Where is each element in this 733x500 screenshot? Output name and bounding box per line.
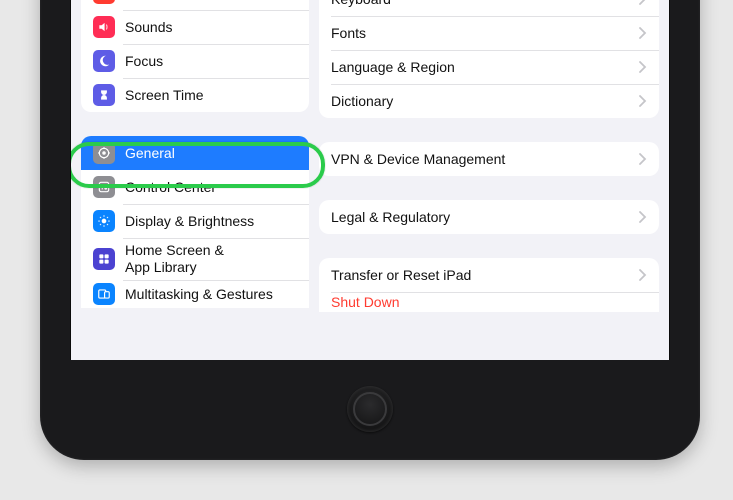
sidebar-item-label: Notifications xyxy=(125,0,297,1)
sidebar-item-label: Multitasking & Gestures xyxy=(125,286,297,303)
home-screen-icon xyxy=(93,248,115,270)
home-button[interactable] xyxy=(347,386,393,432)
chevron-right-icon xyxy=(639,61,647,73)
focus-icon xyxy=(93,50,115,72)
ipad-screen: Notifications Sounds Focus xyxy=(70,0,670,360)
detail-item-label: Transfer or Reset iPad xyxy=(331,267,639,284)
chevron-right-icon xyxy=(639,95,647,107)
sidebar-item-home-screen[interactable]: Home Screen & App Library xyxy=(81,238,309,280)
sidebar-item-label: General xyxy=(125,145,297,162)
detail-item-keyboard[interactable]: Keyboard xyxy=(319,0,659,16)
detail-item-label: Keyboard xyxy=(331,0,639,7)
settings-detail-pane: Date & Time Keyboard Fonts Language & Re… xyxy=(319,0,669,360)
detail-item-label: Legal & Regulatory xyxy=(331,209,639,226)
sidebar-group-1: Notifications Sounds Focus xyxy=(81,0,309,112)
detail-item-label: VPN & Device Management xyxy=(331,151,639,168)
notifications-icon xyxy=(93,0,115,4)
chevron-right-icon xyxy=(639,27,647,39)
detail-item-dictionary[interactable]: Dictionary xyxy=(319,84,659,118)
screentime-icon xyxy=(93,84,115,106)
detail-item-fonts[interactable]: Fonts xyxy=(319,16,659,50)
chevron-right-icon xyxy=(639,269,647,281)
sidebar-item-focus[interactable]: Focus xyxy=(81,44,309,78)
detail-item-shut-down[interactable]: Shut Down xyxy=(319,292,659,312)
multitasking-icon xyxy=(93,283,115,305)
sidebar-item-sounds[interactable]: Sounds xyxy=(81,10,309,44)
detail-item-legal-regulatory[interactable]: Legal & Regulatory xyxy=(319,200,659,234)
control-center-icon xyxy=(93,176,115,198)
chevron-right-icon xyxy=(639,0,647,5)
ipad-frame: Notifications Sounds Focus xyxy=(40,0,700,460)
general-icon xyxy=(93,142,115,164)
sidebar-item-label: Screen Time xyxy=(125,87,297,104)
detail-item-vpn-device-management[interactable]: VPN & Device Management xyxy=(319,142,659,176)
detail-item-label: Shut Down xyxy=(331,294,647,311)
detail-item-label: Fonts xyxy=(331,25,639,42)
detail-group-1: Date & Time Keyboard Fonts Language & Re… xyxy=(319,0,659,118)
display-icon xyxy=(93,210,115,232)
sidebar-item-label: Sounds xyxy=(125,19,297,36)
detail-group-3: Legal & Regulatory xyxy=(319,200,659,234)
sounds-icon xyxy=(93,16,115,38)
sidebar-item-control-center[interactable]: Control Center xyxy=(81,170,309,204)
detail-group-2: VPN & Device Management xyxy=(319,142,659,176)
sidebar-group-2: General Control Center Display & Brightn… xyxy=(81,136,309,308)
detail-item-transfer-reset[interactable]: Transfer or Reset iPad xyxy=(319,258,659,292)
detail-item-label: Dictionary xyxy=(331,93,639,110)
sidebar-item-display-brightness[interactable]: Display & Brightness xyxy=(81,204,309,238)
settings-sidebar: Notifications Sounds Focus xyxy=(71,0,319,360)
sidebar-item-general[interactable]: General xyxy=(81,136,309,170)
chevron-right-icon xyxy=(639,211,647,223)
sidebar-item-screen-time[interactable]: Screen Time xyxy=(81,78,309,112)
sidebar-item-label: Display & Brightness xyxy=(125,213,297,230)
detail-item-language-region[interactable]: Language & Region xyxy=(319,50,659,84)
chevron-right-icon xyxy=(639,153,647,165)
sidebar-item-multitasking[interactable]: Multitasking & Gestures xyxy=(81,280,309,308)
sidebar-item-label: Home Screen & App Library xyxy=(125,242,297,276)
detail-group-4: Transfer or Reset iPad Shut Down xyxy=(319,258,659,312)
sidebar-item-label: Control Center xyxy=(125,179,297,196)
sidebar-item-notifications[interactable]: Notifications xyxy=(81,0,309,10)
sidebar-item-label: Focus xyxy=(125,53,297,70)
detail-item-label: Language & Region xyxy=(331,59,639,76)
